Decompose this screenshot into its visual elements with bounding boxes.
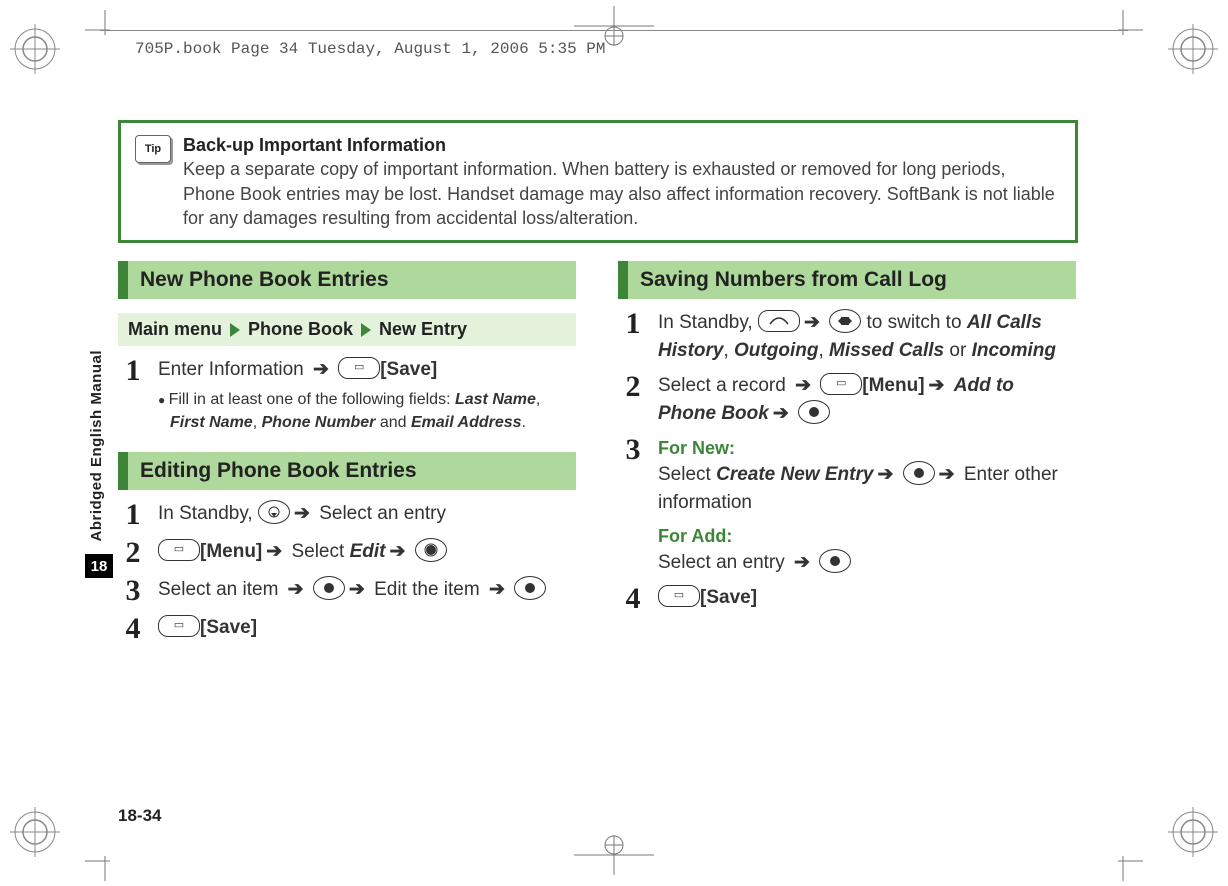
- step-number: 2: [118, 538, 148, 568]
- sublabel-for-add: For Add:: [658, 523, 1076, 549]
- fold-mark-icon: [574, 835, 654, 880]
- arrow-icon: ➔: [800, 312, 824, 333]
- breadcrumb: Main menu Phone Book New Entry: [118, 313, 576, 346]
- nav-center-icon: [819, 549, 851, 573]
- nav-center-icon: [313, 576, 345, 600]
- crop-mark-icon: [1103, 841, 1143, 886]
- softkey-icon: ▭: [338, 357, 380, 379]
- softkey-icon: ▭: [158, 615, 200, 637]
- arrow-icon: ➔: [290, 503, 314, 524]
- breadcrumb-item: Main menu: [128, 319, 222, 340]
- softkey-icon: ▭: [658, 585, 700, 607]
- chapter-number: 18: [85, 554, 113, 578]
- tip-title: Back-up Important Information: [183, 135, 446, 155]
- chevron-right-icon: [230, 323, 240, 337]
- nav-center-icon: [903, 461, 935, 485]
- right-column: Saving Numbers from Call Log 1 In Standb…: [618, 261, 1076, 652]
- arrow-icon: ➔: [485, 579, 509, 600]
- arrow-icon: ➔: [262, 541, 286, 562]
- registration-mark-icon: [10, 24, 60, 79]
- step-text: Enter Information: [158, 359, 309, 380]
- step-number: 1: [118, 356, 148, 386]
- arrow-icon: ➔: [925, 375, 949, 396]
- arrow-icon: ➔: [790, 552, 814, 573]
- arrow-icon: ➔: [769, 403, 793, 424]
- tip-body: Keep a separate copy of important inform…: [183, 159, 1055, 228]
- nav-lr-icon: [829, 309, 861, 333]
- registration-mark-icon: [1168, 24, 1218, 79]
- step-number: 3: [118, 576, 148, 606]
- side-tab-label: Abridged English Manual: [88, 350, 105, 542]
- section-call-log: Saving Numbers from Call Log: [618, 261, 1076, 299]
- call-key-icon: [758, 310, 800, 332]
- step-number: 4: [618, 584, 648, 614]
- arrow-icon: ➔: [309, 359, 333, 380]
- arrow-icon: ➔: [873, 464, 897, 485]
- key-label: [Save]: [380, 359, 437, 380]
- step: 1 Enter Information ➔ ▭[Save] Fill in at…: [118, 356, 576, 434]
- crop-mark-icon: [85, 841, 125, 886]
- section-new-entries: New Phone Book Entries: [118, 261, 576, 299]
- header-rule: [100, 30, 1128, 31]
- left-column: New Phone Book Entries Main menu Phone B…: [118, 261, 576, 652]
- nav-center-icon: [514, 576, 546, 600]
- step-number: 1: [118, 500, 148, 530]
- arrow-icon: ➔: [385, 541, 409, 562]
- arrow-icon: ➔: [284, 579, 308, 600]
- registration-mark-icon: [10, 807, 60, 862]
- chevron-right-icon: [361, 323, 371, 337]
- crop-mark-icon: [85, 10, 125, 55]
- softkey-icon: ▭: [820, 373, 862, 395]
- nav-center-icon: [415, 538, 447, 562]
- tip-content: Back-up Important Information Keep a sep…: [183, 133, 1061, 230]
- step-number: 3: [618, 435, 648, 465]
- arrow-icon: ➔: [791, 375, 815, 396]
- arrow-icon: ➔: [345, 579, 369, 600]
- breadcrumb-item: New Entry: [379, 319, 467, 340]
- registration-mark-icon: [1168, 807, 1218, 862]
- nav-down-icon: [258, 500, 290, 524]
- step-number: 1: [618, 309, 648, 339]
- tip-icon: Tip: [135, 135, 171, 163]
- section-editing-entries: Editing Phone Book Entries: [118, 452, 576, 490]
- arrow-icon: ➔: [935, 464, 959, 485]
- sublabel-for-new: For New:: [658, 435, 1076, 461]
- breadcrumb-item: Phone Book: [248, 319, 353, 340]
- nav-center-icon: [798, 400, 830, 424]
- side-tab: Abridged English Manual 18: [88, 350, 110, 542]
- crop-mark-icon: [1103, 10, 1143, 55]
- tip-box: Tip Back-up Important Information Keep a…: [118, 120, 1078, 243]
- softkey-icon: ▭: [158, 539, 200, 561]
- step-number: 2: [618, 372, 648, 402]
- note-text: Fill in at least one of the following fi…: [169, 391, 455, 408]
- page-number: 18-34: [118, 806, 161, 826]
- running-header: 705P.book Page 34 Tuesday, August 1, 200…: [135, 40, 605, 58]
- step-number: 4: [118, 614, 148, 644]
